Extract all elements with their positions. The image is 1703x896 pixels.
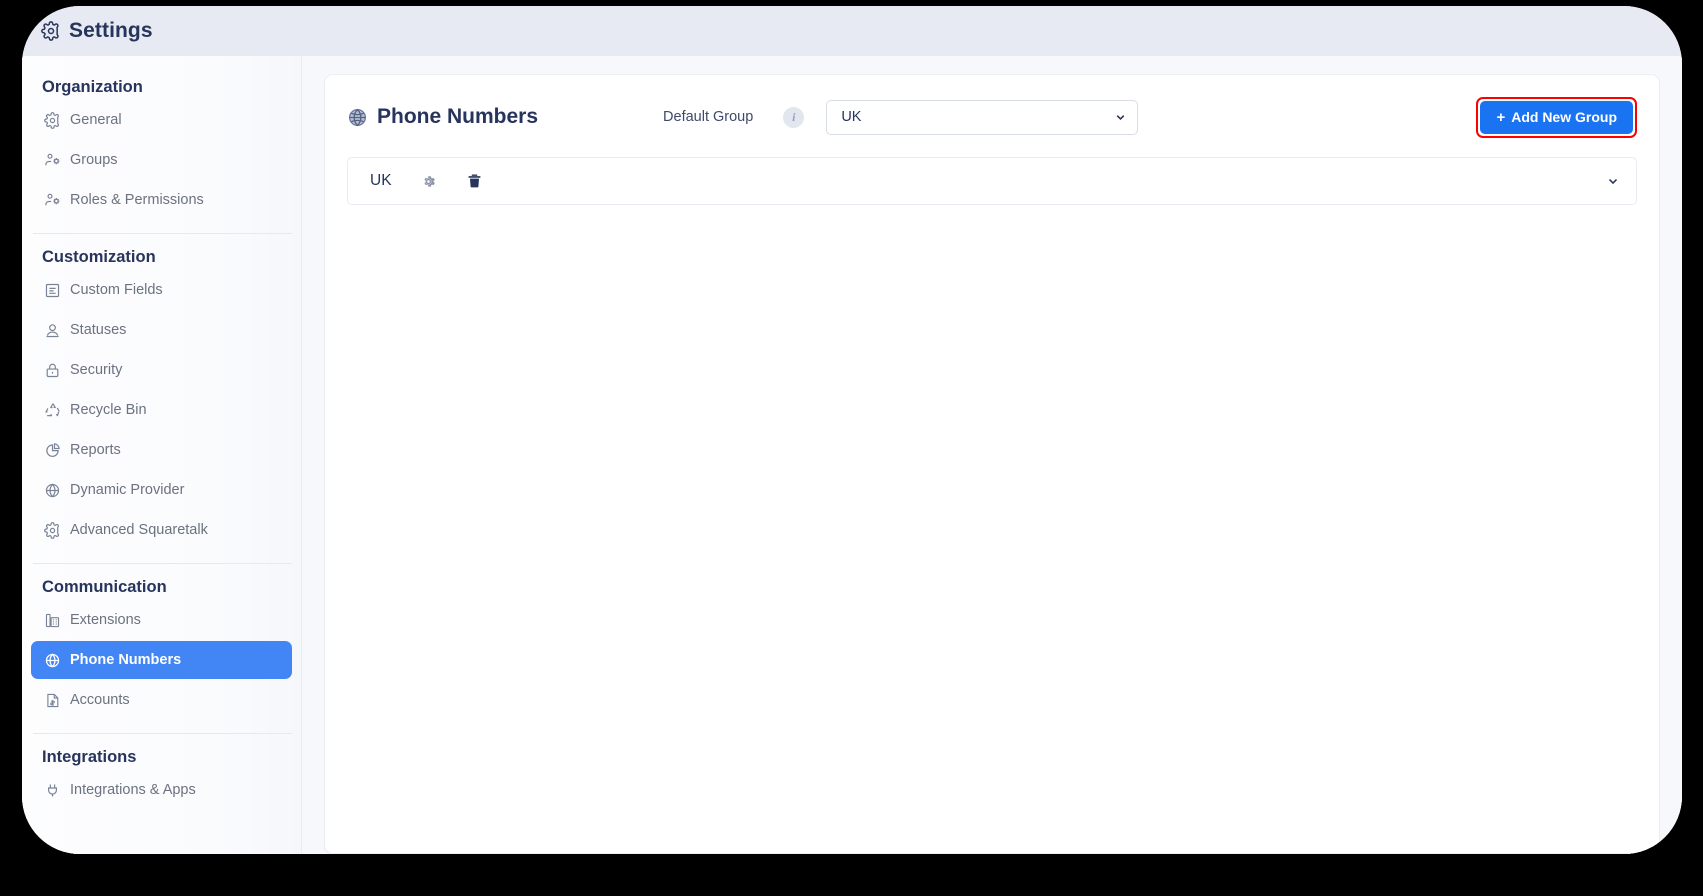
sidebar-divider [33, 733, 292, 734]
sidebar-divider [33, 233, 292, 234]
settings-sidebar: Organization General Groups Roles & Perm… [22, 56, 302, 854]
trash-icon[interactable] [462, 168, 488, 194]
sidebar-item-statuses[interactable]: Statuses [31, 311, 292, 349]
sidebar-item-label: Extensions [70, 612, 141, 628]
sidebar-item-accounts[interactable]: Accounts [31, 681, 292, 719]
page-title: Phone Numbers [377, 105, 539, 128]
sidebar-item-recycle-bin[interactable]: Recycle Bin [31, 391, 292, 429]
globe-icon [43, 481, 62, 500]
page-title-group: Phone Numbers [347, 105, 538, 129]
users-gear-icon [43, 191, 62, 210]
info-icon[interactable]: i [783, 106, 805, 128]
card-header: Phone Numbers Default Group i UK + Add N… [347, 95, 1637, 139]
sidebar-item-reports[interactable]: Reports [31, 431, 292, 469]
sidebar-item-label: Statuses [70, 322, 127, 338]
gear-icon [43, 521, 62, 540]
sidebar-item-label: Custom Fields [70, 282, 163, 298]
default-group-label: Default Group [663, 109, 754, 125]
window-title: Settings [69, 19, 153, 42]
user-status-icon [43, 321, 62, 340]
sidebar-item-label: Accounts [70, 692, 130, 708]
application-window: Settings Organization General Groups Rol… [22, 6, 1682, 854]
sidebar-item-label: Dynamic Provider [70, 482, 185, 498]
group-row[interactable]: UK [347, 157, 1637, 205]
sidebar-item-groups[interactable]: Groups [31, 141, 292, 179]
phone-numbers-card: Phone Numbers Default Group i UK + Add N… [324, 74, 1660, 854]
sidebar-item-roles-permissions[interactable]: Roles & Permissions [31, 181, 292, 219]
gear-icon [40, 20, 62, 42]
group-select-wrapper: UK [826, 99, 1139, 135]
plug-icon [43, 781, 62, 800]
chevron-down-icon[interactable] [1606, 174, 1620, 188]
group-name: UK [370, 172, 392, 189]
globe-icon [43, 651, 62, 670]
sidebar-section-communication: Communication Extensions Phone Numbers A… [22, 578, 301, 719]
sidebar-section-customization: Customization Custom Fields Statuses Sec… [22, 248, 301, 549]
group-list: UK [347, 157, 1637, 205]
sidebar-section-title: Organization [42, 78, 143, 96]
users-gear-icon [43, 151, 62, 170]
sidebar-item-label: Reports [70, 442, 121, 458]
sidebar-item-security[interactable]: Security [31, 351, 292, 389]
invoice-icon [43, 691, 62, 710]
sidebar-item-label: Phone Numbers [70, 652, 182, 668]
sidebar-section-organization: Organization General Groups Roles & Perm… [22, 78, 301, 219]
sidebar-item-phone-numbers[interactable]: Phone Numbers [31, 641, 292, 679]
add-new-group-button[interactable]: + Add New Group [1480, 100, 1633, 134]
sidebar-item-custom-fields[interactable]: Custom Fields [31, 271, 292, 309]
sidebar-divider [33, 563, 292, 564]
sidebar-item-advanced-squaretalk[interactable]: Advanced Squaretalk [31, 511, 292, 549]
desk-phone-icon [43, 611, 62, 630]
lock-icon [43, 361, 62, 380]
add-new-group-label: Add New Group [1511, 109, 1617, 125]
sidebar-item-general[interactable]: General [31, 101, 292, 139]
pie-chart-icon [43, 441, 62, 460]
default-group-select[interactable]: UK [826, 99, 1139, 135]
sidebar-item-label: Roles & Permissions [70, 192, 204, 208]
sidebar-item-label: Groups [70, 152, 118, 168]
app-body: Organization General Groups Roles & Perm… [22, 56, 1682, 854]
sidebar-section-title: Communication [42, 578, 167, 596]
sidebar-item-extensions[interactable]: Extensions [31, 601, 292, 639]
sidebar-item-label: Recycle Bin [70, 402, 147, 418]
sidebar-section-title: Customization [42, 248, 156, 266]
window-titlebar: Settings [22, 6, 1682, 56]
form-fields-icon [43, 281, 62, 300]
sidebar-section-integrations: Integrations Integrations & Apps [22, 748, 301, 809]
plus-icon: + [1496, 108, 1506, 126]
gear-icon[interactable] [416, 168, 442, 194]
sidebar-item-integrations-apps[interactable]: Integrations & Apps [31, 771, 292, 809]
sidebar-section-title: Integrations [42, 748, 137, 766]
globe-icon [347, 107, 368, 128]
sidebar-item-label: General [70, 112, 122, 128]
gear-icon [43, 111, 62, 130]
sidebar-item-dynamic-provider[interactable]: Dynamic Provider [31, 471, 292, 509]
main-content: Phone Numbers Default Group i UK + Add N… [302, 56, 1682, 854]
recycle-icon [43, 401, 62, 420]
add-new-group-highlight: + Add New Group [1476, 96, 1637, 138]
sidebar-item-label: Integrations & Apps [70, 782, 196, 798]
sidebar-item-label: Security [70, 362, 123, 378]
sidebar-item-label: Advanced Squaretalk [70, 522, 208, 538]
